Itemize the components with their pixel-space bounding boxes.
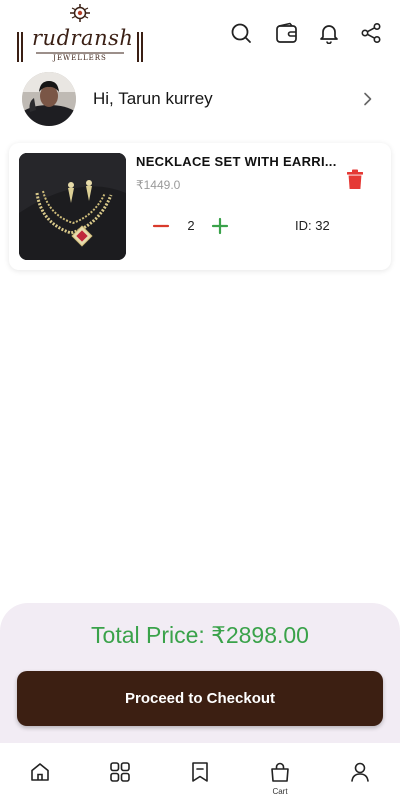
- increase-quantity-button[interactable]: [210, 216, 230, 236]
- checkout-sheet: Total Price: ₹2898.00 Proceed to Checkou…: [0, 603, 400, 743]
- brand-tagline: JEWELLERS: [53, 54, 107, 62]
- decrease-quantity-button[interactable]: [151, 216, 171, 236]
- quantity-value: 2: [187, 218, 195, 233]
- home-icon: [31, 763, 49, 781]
- bookmark-icon: [192, 762, 208, 782]
- share-button[interactable]: [358, 20, 384, 46]
- share-icon: [361, 22, 381, 44]
- greeting-text: Hi, Tarun kurrey: [93, 89, 213, 108]
- search-icon: [231, 23, 251, 43]
- product-id: ID: 32: [295, 218, 330, 233]
- nav-profile[interactable]: [320, 743, 400, 800]
- nav-categories[interactable]: [80, 743, 160, 800]
- total-price: Total Price: ₹2898.00: [91, 622, 309, 648]
- brand-logo[interactable]: rudransh JEWELLERS: [14, 4, 146, 66]
- plus-icon: [211, 217, 229, 235]
- proceed-to-checkout-button[interactable]: Proceed to Checkout: [17, 671, 383, 726]
- chevron-right-icon: [364, 92, 372, 106]
- brand-wordmark: rudransh: [32, 26, 134, 50]
- nav-cart[interactable]: Cart: [240, 743, 320, 800]
- wallet-button[interactable]: [274, 20, 300, 46]
- bottom-nav: Cart: [0, 743, 400, 800]
- product-name: NECKLACE SET WITH EARRI...: [136, 154, 337, 169]
- avatar-photo: [22, 72, 76, 126]
- bell-icon: [320, 25, 338, 44]
- app-screen: rudransh JEWELLERS Hi, Tarun kurrey NECK…: [0, 0, 400, 800]
- bag-icon: [271, 762, 289, 782]
- wallet-icon: [276, 22, 297, 43]
- app-header: rudransh JEWELLERS: [0, 0, 400, 68]
- grid-icon: [110, 762, 130, 782]
- minus-icon: [152, 224, 170, 228]
- product-price: ₹1449.0: [136, 178, 181, 192]
- profile-chevron[interactable]: [358, 89, 378, 109]
- nav-saved[interactable]: [160, 743, 240, 800]
- profile-greeting-row[interactable]: Hi, Tarun kurrey: [22, 72, 378, 126]
- product-photo: [19, 153, 126, 260]
- user-icon: [351, 762, 369, 782]
- cart-item-card: NECKLACE SET WITH EARRI... ₹1449.0 2 ID:…: [9, 143, 391, 270]
- delete-item-button[interactable]: [344, 167, 366, 191]
- trash-icon: [347, 169, 363, 189]
- nav-home[interactable]: [0, 743, 80, 800]
- search-button[interactable]: [228, 20, 254, 46]
- product-image[interactable]: [19, 153, 126, 260]
- notifications-button[interactable]: [316, 20, 342, 46]
- nav-cart-label: Cart: [272, 787, 288, 796]
- avatar: [22, 72, 76, 126]
